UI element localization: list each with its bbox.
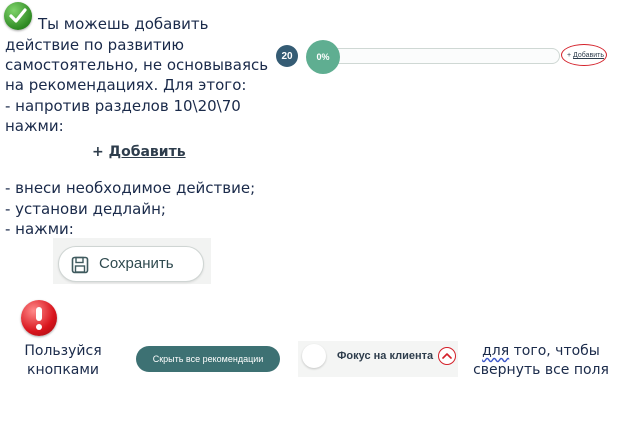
plus-sign: + <box>92 144 109 160</box>
progress-percent-badge: 0% <box>306 40 340 74</box>
checkmark-icon <box>4 2 32 30</box>
collapse-button[interactable] <box>438 347 456 365</box>
highlight-oval <box>561 44 607 66</box>
use-buttons-text: Пользуйся кнопками <box>18 342 108 380</box>
hide-all-recommendations-button[interactable]: Скрыть все рекомендации <box>136 346 280 372</box>
instruction-line: - напротив разделов 10\20\70 <box>5 97 241 115</box>
instruction-line: на рекомендациях. Для этого: <box>5 76 247 94</box>
section-number-badge: 20 <box>276 45 298 67</box>
save-button[interactable]: Сохранить <box>58 246 204 282</box>
tip-rest: того, чтобы <box>509 343 600 359</box>
instruction-line: самостоятельно, не основываясь <box>5 56 269 74</box>
tip-line-2: свернуть все поля <box>473 362 609 378</box>
add-link-example[interactable]: + Добавить <box>92 144 186 160</box>
warning-icon <box>21 300 57 336</box>
collapse-tip-text: для того, чтобы свернуть все поля <box>470 342 612 380</box>
focus-label: Фокус на клиента <box>337 350 434 362</box>
instruction-line: действие по развитию <box>5 36 185 54</box>
add-link-label: Добавить <box>108 144 186 160</box>
focus-toggle[interactable] <box>302 344 326 368</box>
instruction-line: - внеси необходимое действие; <box>5 179 256 197</box>
save-button-label: Сохранить <box>99 255 174 272</box>
use-text-line: кнопками <box>26 362 100 378</box>
use-text-line: Пользуйся <box>24 343 102 359</box>
tip-line-1: для того, чтобы <box>470 342 612 361</box>
instruction-line: нажми: <box>5 117 64 135</box>
progress-track <box>318 48 560 64</box>
instruction-line: - нажми: <box>5 220 74 238</box>
tip-word: для <box>482 343 510 359</box>
save-icon <box>71 256 89 278</box>
instruction-line: Ты можешь добавить <box>38 15 209 33</box>
instruction-line: - установи дедлайн; <box>5 200 166 218</box>
